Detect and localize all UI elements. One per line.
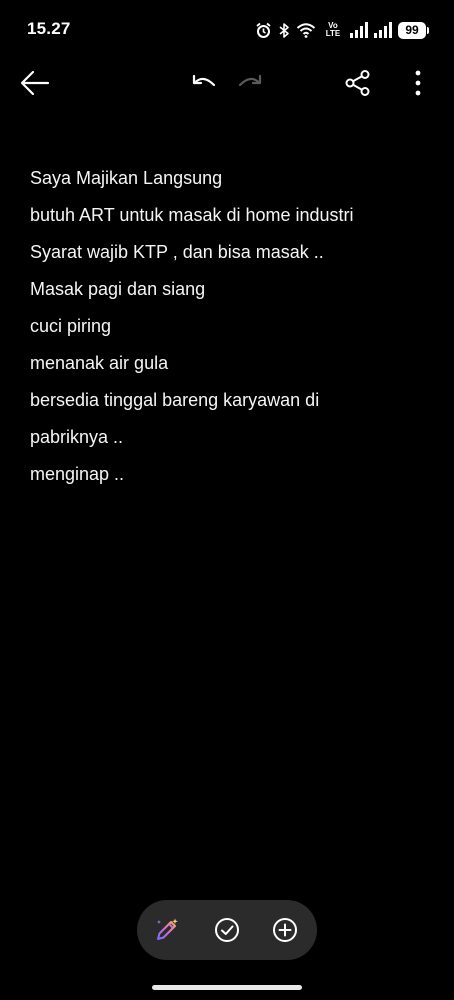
status-bar: 15.27 Vo LTE 99 <box>0 0 454 60</box>
share-icon <box>345 70 370 96</box>
add-icon <box>273 918 297 942</box>
redo-button[interactable] <box>230 63 270 103</box>
status-time: 15.27 <box>27 19 71 38</box>
note-line: menginap .. <box>30 464 125 484</box>
ai-assist-button[interactable] <box>147 910 187 950</box>
undo-icon <box>192 74 216 87</box>
share-button[interactable] <box>338 63 378 103</box>
note-line: butuh ART untuk masak di home industri <box>30 205 354 225</box>
note-toolbar <box>0 55 454 111</box>
checklist-icon <box>215 918 239 942</box>
back-arrow-icon <box>20 70 50 96</box>
back-button[interactable] <box>15 63 55 103</box>
signal-icon <box>350 22 368 38</box>
bottom-action-bar <box>137 900 317 960</box>
note-line: pabriknya .. <box>30 427 124 447</box>
volte-label-bottom: LTE <box>325 29 341 38</box>
note-line: Masak pagi dan siang <box>30 279 206 299</box>
undo-button[interactable] <box>184 63 224 103</box>
note-line: Syarat wajib KTP , dan bisa masak .. <box>30 242 324 262</box>
note-line: bersedia tinggal bareng karyawan di <box>30 390 320 410</box>
note-line: Saya Majikan Langsung <box>30 168 223 188</box>
ai-pen-icon <box>157 918 178 940</box>
more-vertical-icon <box>415 70 421 96</box>
status-icons: Vo LTE 99 <box>255 19 429 41</box>
add-button[interactable] <box>265 910 305 950</box>
note-line: cuci piring <box>30 316 112 336</box>
battery-level: 99 <box>405 23 419 37</box>
alarm-icon <box>255 22 272 39</box>
bluetooth-icon <box>278 22 290 39</box>
volte-icon: Vo LTE <box>322 22 344 38</box>
note-editor[interactable]: Saya Majikan Langsung butuh ART untuk ma… <box>30 160 430 493</box>
note-line: menanak air gula <box>30 353 169 373</box>
signal-icon <box>374 22 392 38</box>
checklist-button[interactable] <box>207 910 247 950</box>
home-indicator[interactable] <box>152 985 302 990</box>
battery-icon: 99 <box>398 21 429 39</box>
wifi-icon <box>296 22 316 38</box>
redo-icon <box>238 74 262 87</box>
more-options-button[interactable] <box>398 63 438 103</box>
